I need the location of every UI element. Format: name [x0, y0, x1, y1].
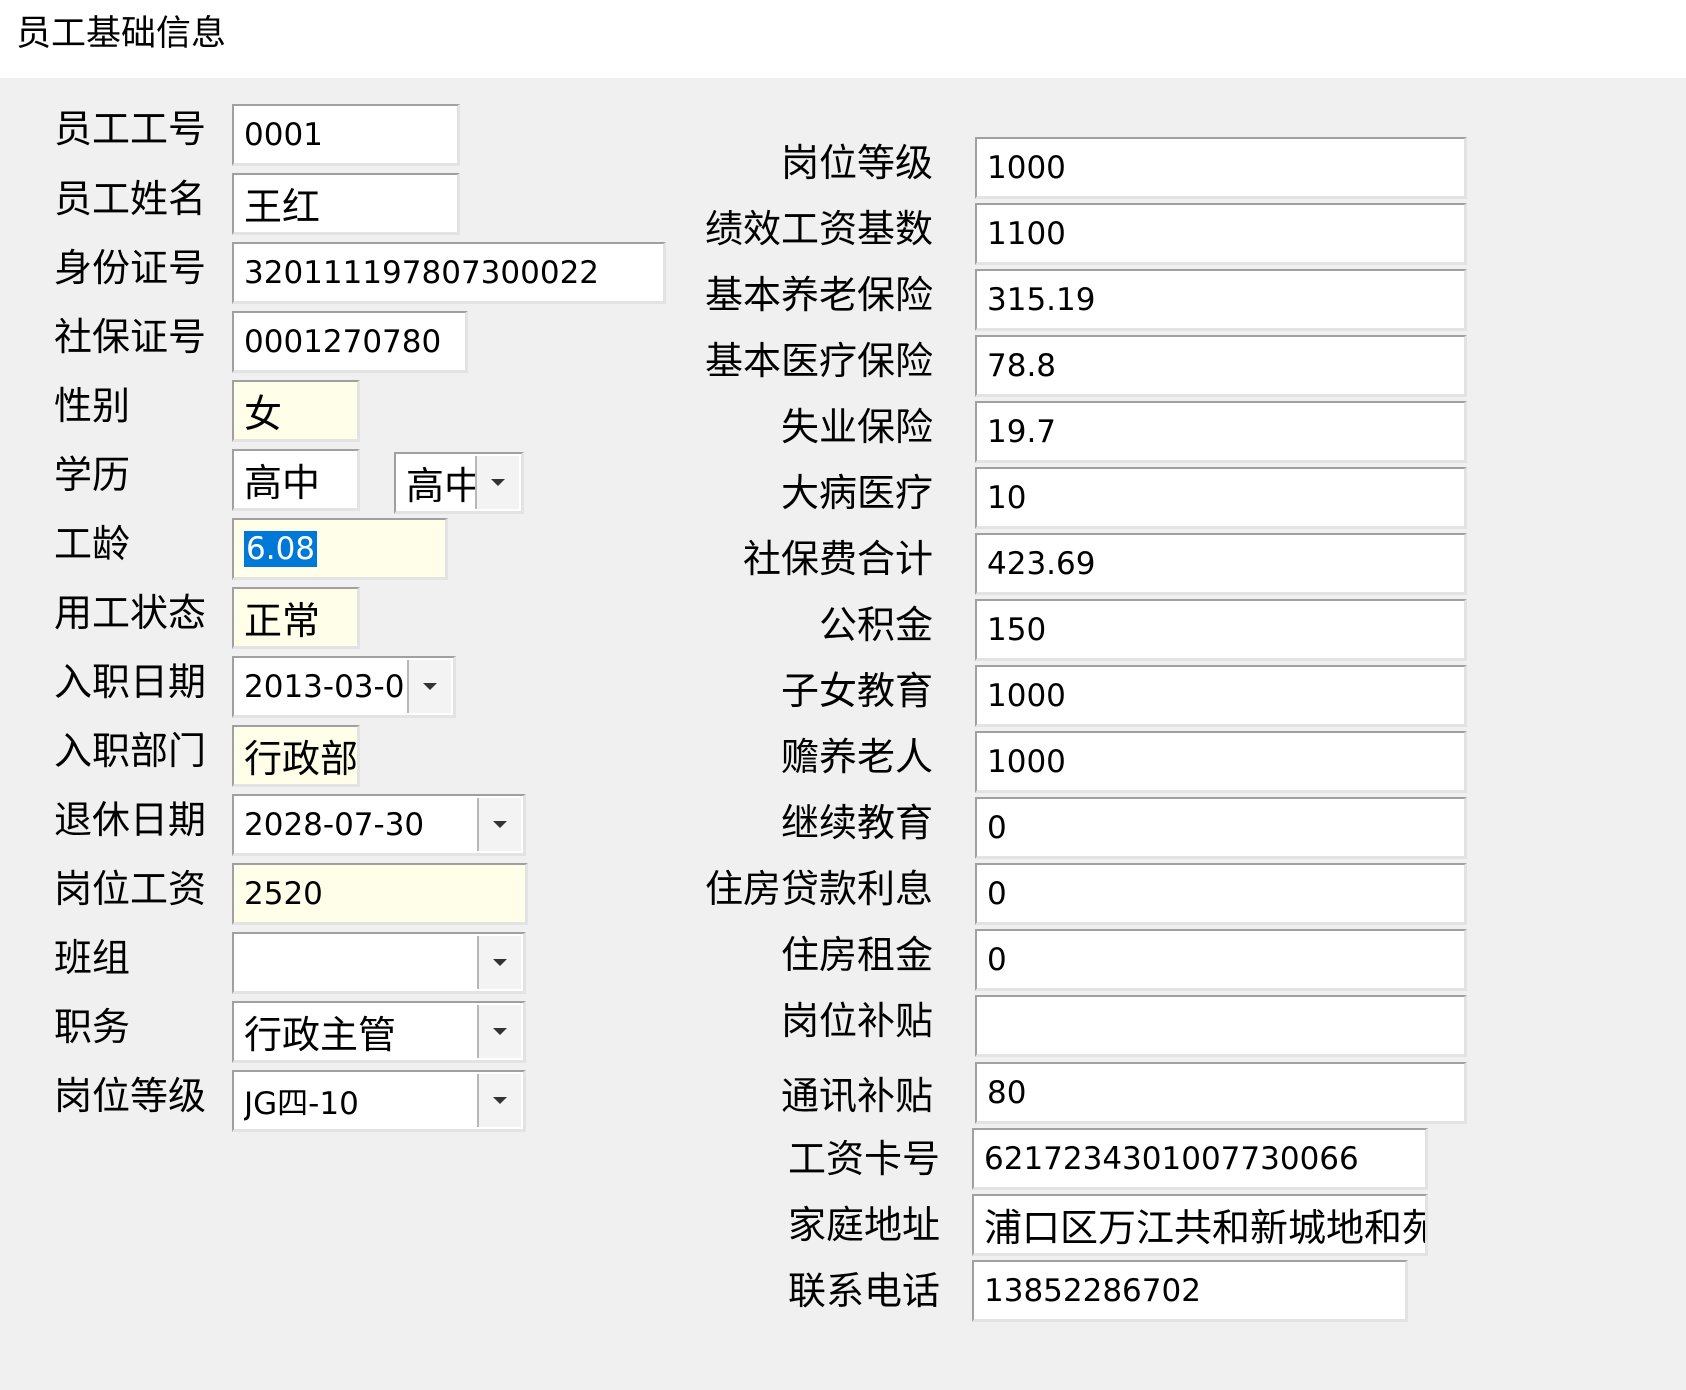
- comm-allowance-input[interactable]: 80: [975, 1062, 1467, 1124]
- dropdown-arrow-icon[interactable]: [477, 798, 521, 851]
- cont-edu-label: 继续教育: [780, 801, 933, 845]
- duty-label: 职务: [54, 1005, 131, 1049]
- ss-total-label: 社保费合计: [742, 537, 933, 581]
- post-wage-label: 岗位工资: [54, 867, 207, 911]
- page-title: 员工基础信息: [16, 14, 227, 54]
- status-input[interactable]: 正常: [232, 587, 360, 649]
- post-allowance-label: 岗位补贴: [780, 999, 933, 1043]
- post-grade-input[interactable]: 1000: [975, 137, 1467, 199]
- dept-label: 入职部门: [54, 729, 207, 773]
- post-allowance-input[interactable]: [975, 995, 1467, 1057]
- team-select[interactable]: [232, 932, 526, 994]
- medical-input[interactable]: 78.8: [975, 335, 1467, 397]
- serious-illness-label: 大病医疗: [780, 471, 933, 515]
- gender-input[interactable]: 女: [232, 380, 360, 442]
- unemployment-label: 失业保险: [780, 405, 933, 449]
- hire-date-picker[interactable]: 2013-03-0: [232, 656, 456, 718]
- cont-edu-input[interactable]: 0: [975, 797, 1467, 859]
- elder-support-label: 赡养老人: [780, 735, 933, 779]
- retire-date-label: 退休日期: [54, 798, 207, 842]
- post-wage-input[interactable]: 2520: [232, 863, 528, 925]
- edu-select[interactable]: 高中: [394, 452, 524, 514]
- address-input[interactable]: 浦口区万江共和新城地和苑: [972, 1194, 1428, 1256]
- post-grade-left-label: 岗位等级: [54, 1074, 207, 1118]
- ss-no-input[interactable]: 0001270780: [232, 311, 468, 373]
- id-card-input[interactable]: 320111197807300022: [232, 242, 666, 304]
- fund-input[interactable]: 150: [975, 599, 1467, 661]
- id-card-label: 身份证号: [54, 246, 207, 290]
- ss-no-label: 社保证号: [54, 315, 207, 359]
- dropdown-arrow-icon[interactable]: [477, 1005, 521, 1058]
- fund-label: 公积金: [818, 603, 933, 647]
- phone-label: 联系电话: [787, 1269, 940, 1313]
- name-label: 员工姓名: [54, 177, 207, 221]
- edu-input[interactable]: 高中: [232, 449, 360, 511]
- medical-label: 基本医疗保险: [704, 339, 933, 383]
- dropdown-arrow-icon[interactable]: [477, 936, 521, 989]
- selected-text: 6.08: [244, 530, 318, 567]
- dept-input[interactable]: 行政部: [232, 725, 360, 787]
- team-label: 班组: [54, 936, 131, 980]
- emp-no-input[interactable]: 0001: [232, 104, 460, 166]
- loan-interest-label: 住房贷款利息: [704, 867, 933, 911]
- card-no-label: 工资卡号: [787, 1137, 940, 1181]
- post-grade-select[interactable]: JG四-10: [232, 1070, 526, 1132]
- child-edu-label: 子女教育: [780, 669, 933, 713]
- post-grade-right-label: 岗位等级: [780, 141, 933, 185]
- rent-input[interactable]: 0: [975, 929, 1467, 991]
- card-no-input[interactable]: 6217234301007730066: [972, 1128, 1428, 1190]
- perf-base-label: 绩效工资基数: [704, 207, 933, 251]
- pension-label: 基本养老保险: [704, 273, 933, 317]
- seniority-label: 工龄: [54, 522, 131, 566]
- ss-total-input[interactable]: 423.69: [975, 533, 1467, 595]
- dropdown-arrow-icon[interactable]: [475, 456, 519, 509]
- phone-input[interactable]: 13852286702: [972, 1260, 1408, 1322]
- unemployment-input[interactable]: 19.7: [975, 401, 1467, 463]
- dropdown-arrow-icon[interactable]: [407, 660, 451, 713]
- rent-label: 住房租金: [780, 933, 933, 977]
- retire-date-picker[interactable]: 2028-07-30: [232, 794, 526, 856]
- hire-date-label: 入职日期: [54, 660, 207, 704]
- loan-interest-input[interactable]: 0: [975, 863, 1467, 925]
- emp-no-label: 员工工号: [54, 107, 207, 151]
- perf-base-input[interactable]: 1100: [975, 203, 1467, 265]
- elder-support-input[interactable]: 1000: [975, 731, 1467, 793]
- gender-label: 性别: [54, 384, 131, 428]
- serious-illness-input[interactable]: 10: [975, 467, 1467, 529]
- status-label: 用工状态: [54, 591, 207, 635]
- edu-label: 学历: [54, 453, 131, 497]
- title-bar: 员工基础信息: [0, 0, 1686, 78]
- seniority-input[interactable]: 6.08: [232, 518, 448, 580]
- dropdown-arrow-icon[interactable]: [477, 1074, 521, 1127]
- pension-input[interactable]: 315.19: [975, 269, 1467, 331]
- child-edu-input[interactable]: 1000: [975, 665, 1467, 727]
- address-label: 家庭地址: [787, 1203, 940, 1247]
- duty-select[interactable]: 行政主管: [232, 1001, 526, 1063]
- name-input[interactable]: 王红: [232, 173, 460, 235]
- comm-allowance-label: 通讯补贴: [780, 1074, 933, 1118]
